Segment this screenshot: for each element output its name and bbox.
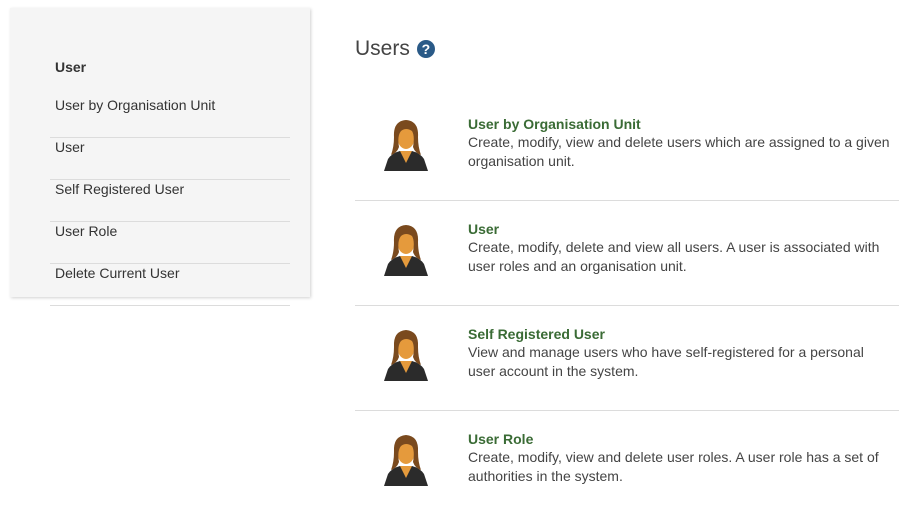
item-title[interactable]: User by Organisation Unit [468,115,893,133]
help-icon[interactable]: ? [416,40,435,58]
item-description: Create, modify, view and delete users wh… [468,134,890,169]
item-description: Create, modify, view and delete user rol… [468,449,879,484]
sidebar-item-delete-current-user[interactable]: Delete Current User [50,264,290,306]
item-title[interactable]: Self Registered User [468,325,893,343]
sidebar-header: User [55,59,87,75]
item-title[interactable]: User Role [468,430,893,448]
user-avatar-icon[interactable] [382,430,430,486]
user-avatar-icon[interactable] [382,325,430,381]
page-title-row: Users ? [355,37,435,61]
sidebar-item-user-role[interactable]: User Role [50,222,290,264]
sidebar-item-user-by-organisation-unit[interactable]: User by Organisation Unit [50,96,290,138]
item-text: User by Organisation Unit Create, modify… [468,115,893,171]
page-title: Users [355,37,410,60]
item-text: Self Registered User View and manage use… [468,325,893,381]
sidebar-menu: User by Organisation Unit User Self Regi… [50,96,290,306]
menu-item-user[interactable]: User Create, modify, delete and view all… [355,201,899,306]
item-description: Create, modify, delete and view all user… [468,239,880,274]
user-avatar-icon[interactable] [382,115,430,171]
item-description: View and manage users who have self-regi… [468,344,864,379]
user-avatar-icon[interactable] [382,220,430,276]
sidebar-item-user[interactable]: User [50,138,290,180]
menu-item-user-by-organisation-unit[interactable]: User by Organisation Unit Create, modify… [355,96,899,201]
menu-item-self-registered-user[interactable]: Self Registered User View and manage use… [355,306,899,411]
item-title[interactable]: User [468,220,893,238]
sidebar: User User by Organisation Unit User Self… [10,8,310,306]
item-text: User Create, modify, delete and view all… [468,220,893,276]
sidebar-item-self-registered-user[interactable]: Self Registered User [50,180,290,222]
item-list: User by Organisation Unit Create, modify… [355,96,899,515]
item-text: User Role Create, modify, view and delet… [468,430,893,486]
menu-item-user-role[interactable]: User Role Create, modify, view and delet… [355,411,899,515]
